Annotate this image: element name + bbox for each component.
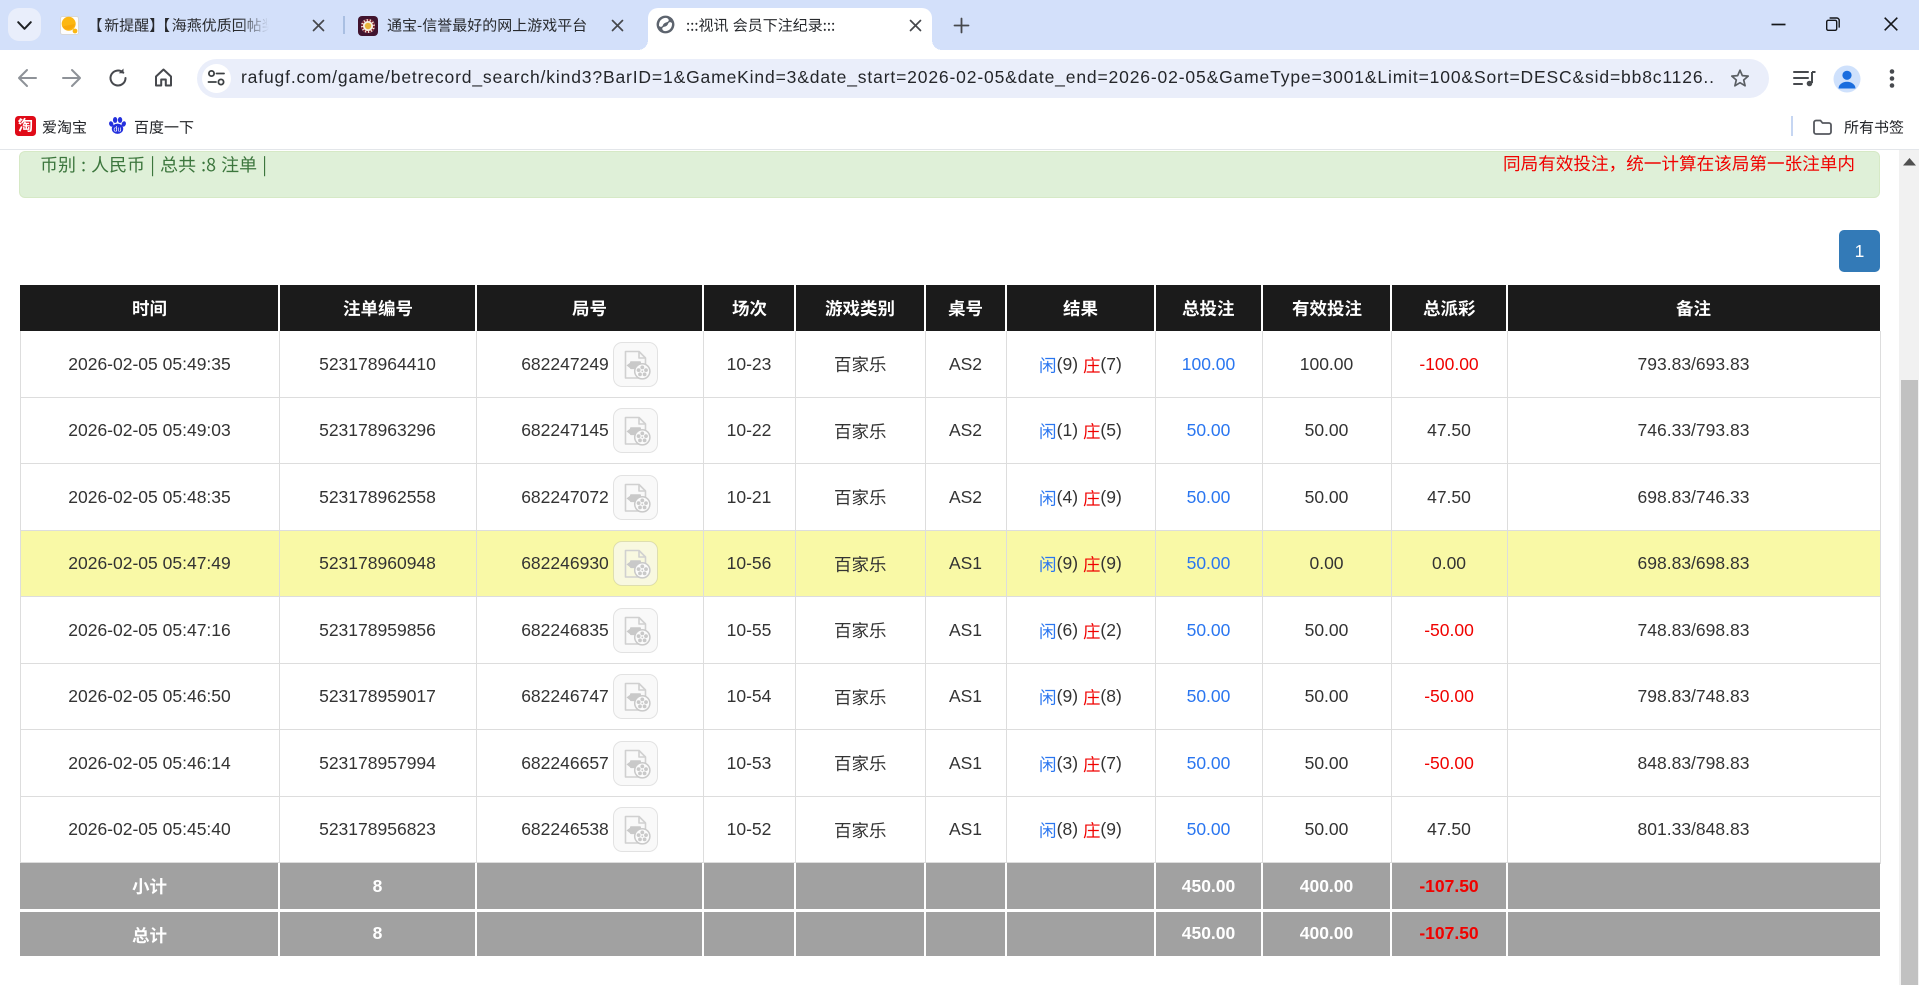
svg-text:du: du [113, 125, 121, 133]
